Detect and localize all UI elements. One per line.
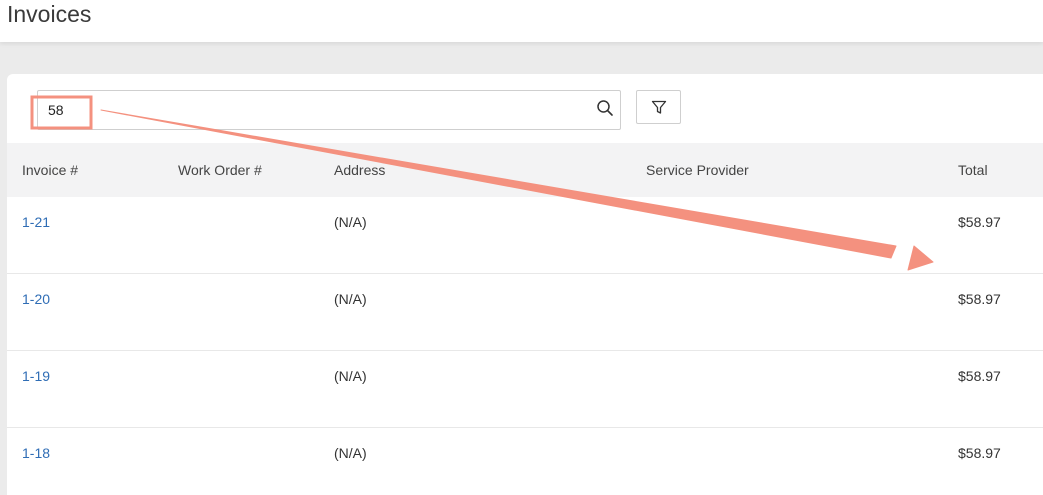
page-header: Invoices [0,0,1043,42]
total-cell: $58.97 [958,214,1001,230]
table-row: 1-19 (N/A) $58.97 [7,351,1043,428]
filter-button[interactable] [636,90,681,124]
table-row: 1-18 (N/A) $58.97 [7,428,1043,495]
column-header-invoice[interactable]: Invoice # [22,161,78,179]
table-row: 1-21 (N/A) $58.97 [7,197,1043,274]
invoice-link[interactable]: 1-19 [22,367,50,385]
invoice-link[interactable]: 1-18 [22,444,50,462]
invoice-link[interactable]: 1-21 [22,213,50,231]
filter-icon [651,100,667,114]
search-icon[interactable] [596,99,614,117]
invoices-card: Invoice # Work Order # Address Service P… [7,74,1043,495]
page-title: Invoices [7,1,92,27]
invoices-page: Invoices Invoice # Work Order # Address … [0,0,1043,495]
column-header-service-provider[interactable]: Service Provider [646,161,749,179]
address-cell: (N/A) [334,214,367,230]
search-box [37,90,621,130]
column-header-work-order[interactable]: Work Order # [178,161,262,179]
table-row: 1-20 (N/A) $58.97 [7,274,1043,351]
address-cell: (N/A) [334,368,367,384]
column-header-total[interactable]: Total [958,161,988,179]
invoice-link[interactable]: 1-20 [22,290,50,308]
column-header-address[interactable]: Address [334,161,385,179]
search-input[interactable] [48,100,588,120]
address-cell: (N/A) [334,291,367,307]
table-header: Invoice # Work Order # Address Service P… [7,143,1043,197]
total-cell: $58.97 [958,368,1001,384]
total-cell: $58.97 [958,291,1001,307]
address-cell: (N/A) [334,445,367,461]
total-cell: $58.97 [958,445,1001,461]
